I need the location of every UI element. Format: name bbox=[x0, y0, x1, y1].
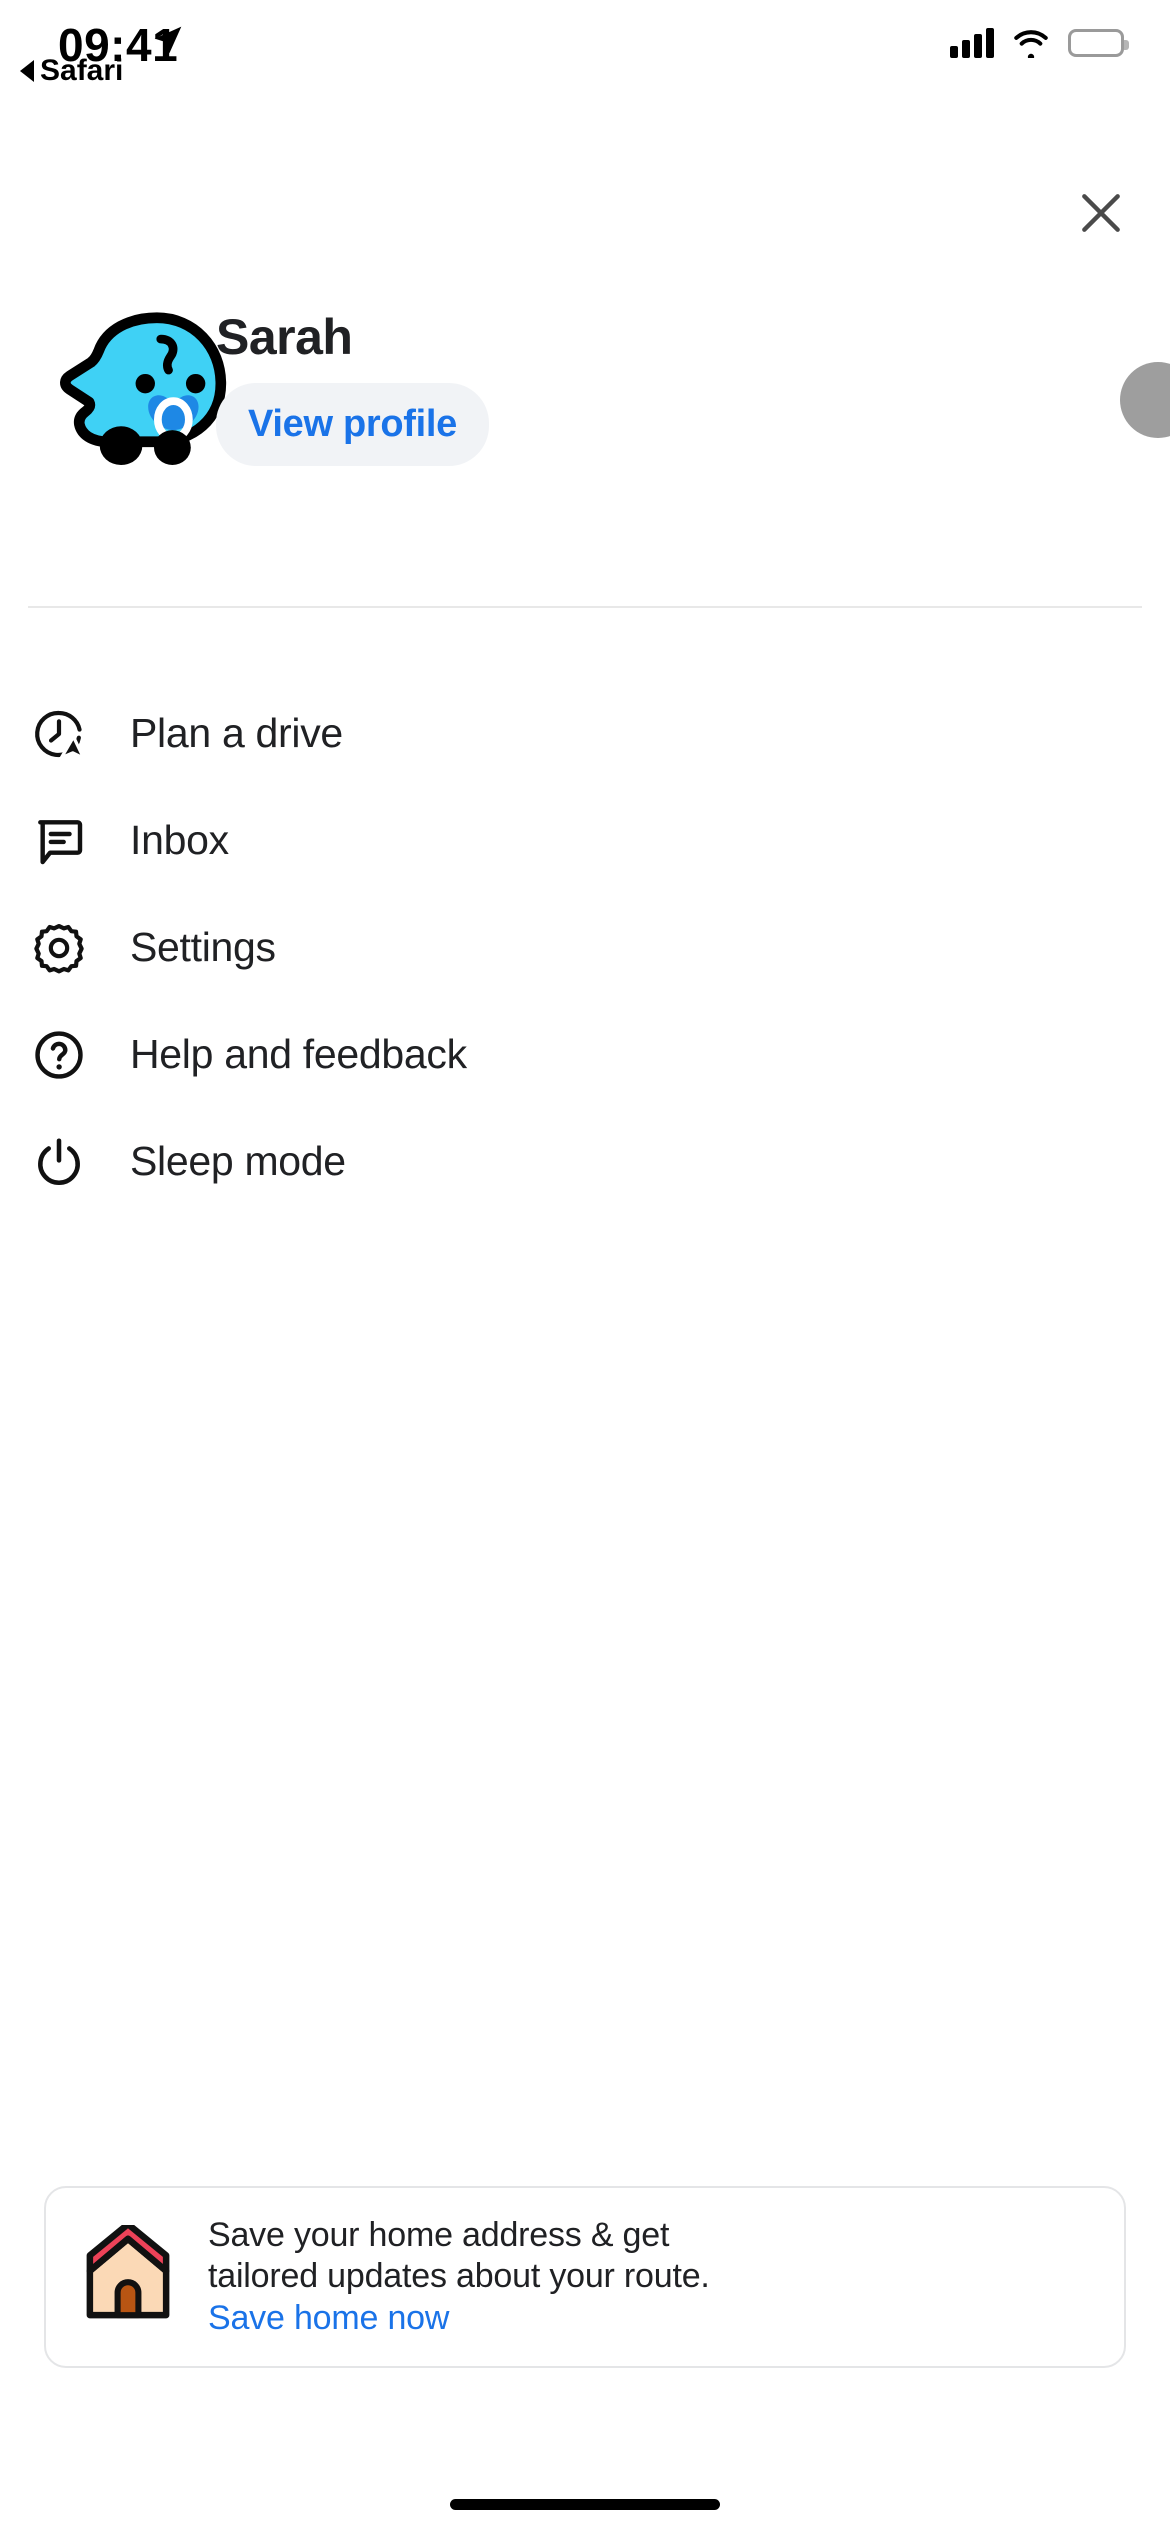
page-title: Sarah bbox=[216, 309, 353, 365]
save-home-address-card[interactable]: Save your home address & get tailored up… bbox=[44, 2186, 1126, 2368]
menu-item-plan-a-drive[interactable]: Plan a drive bbox=[0, 680, 1170, 787]
menu-item-label: Inbox bbox=[130, 817, 229, 863]
save-home-text: Save your home address & get tailored up… bbox=[208, 2215, 710, 2339]
save-home-line-1: Save your home address & get bbox=[208, 2215, 670, 2254]
chat-bubble-icon bbox=[30, 812, 88, 870]
power-icon bbox=[30, 1133, 88, 1191]
save-home-line-2: tailored updates about your route. bbox=[208, 2257, 710, 2296]
menu-item-label: Plan a drive bbox=[130, 710, 343, 756]
avatar[interactable] bbox=[48, 310, 228, 465]
user-avatar-circle[interactable] bbox=[1120, 362, 1170, 438]
back-chevron-icon bbox=[20, 60, 34, 82]
battery-low-power-icon bbox=[1068, 29, 1129, 57]
menu-item-settings[interactable]: Settings bbox=[0, 894, 1170, 1001]
header-divider bbox=[28, 606, 1142, 608]
back-to-safari-link[interactable]: Safari bbox=[20, 54, 123, 88]
waze-baby-mood-avatar-icon bbox=[60, 312, 227, 465]
close-x-icon bbox=[1082, 194, 1120, 232]
close-button[interactable] bbox=[1070, 182, 1132, 244]
save-home-now-link[interactable]: Save home now bbox=[208, 2298, 710, 2339]
status-bar-indicators bbox=[950, 28, 1129, 58]
location-arrow-icon bbox=[154, 26, 182, 54]
menu-item-help-and-feedback[interactable]: Help and feedback bbox=[0, 1001, 1170, 1108]
menu-list: Plan a drive Inbox Settings Help and fee… bbox=[0, 680, 1170, 1215]
home-indicator-bar bbox=[450, 2499, 720, 2510]
cellular-bars-icon bbox=[950, 28, 994, 58]
view-profile-button[interactable]: View profile bbox=[216, 383, 489, 466]
wifi-icon bbox=[1014, 30, 1048, 58]
clock-navigation-icon bbox=[30, 705, 88, 763]
status-bar: 09:41 Safari bbox=[0, 0, 1170, 152]
profile-info: Sarah View profile bbox=[216, 310, 489, 466]
menu-item-sleep-mode[interactable]: Sleep mode bbox=[0, 1108, 1170, 1215]
menu-item-label: Help and feedback bbox=[130, 1031, 467, 1077]
menu-item-label: Settings bbox=[130, 924, 276, 970]
house-icon bbox=[74, 2223, 182, 2331]
menu-item-label: Sleep mode bbox=[130, 1138, 346, 1184]
question-mark-circle-icon bbox=[30, 1026, 88, 1084]
gear-icon bbox=[30, 919, 88, 977]
back-app-label: Safari bbox=[40, 54, 124, 87]
menu-item-inbox[interactable]: Inbox bbox=[0, 787, 1170, 894]
profile-header: Sarah View profile bbox=[0, 310, 1170, 500]
